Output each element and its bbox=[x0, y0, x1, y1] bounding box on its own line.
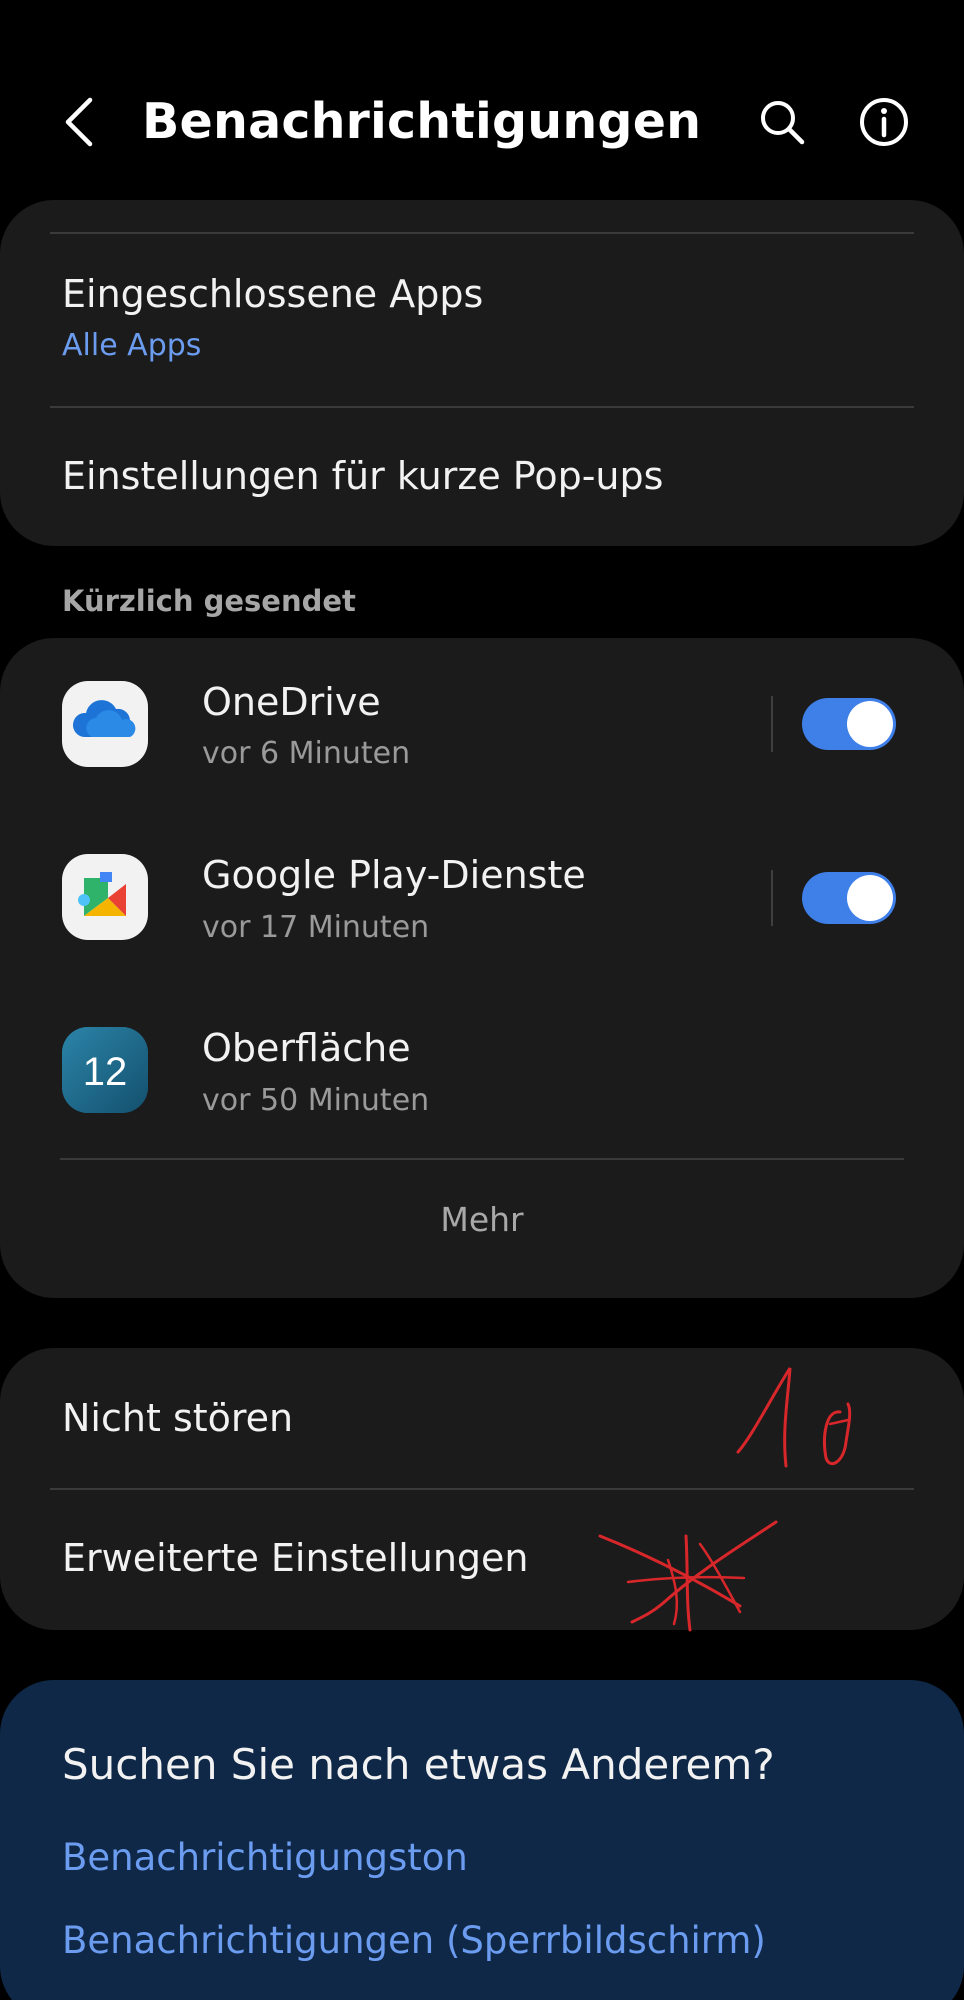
divider bbox=[60, 1158, 904, 1160]
app-name: Google Play-Dienste bbox=[202, 853, 586, 897]
app-time: vor 6 Minuten bbox=[202, 736, 411, 771]
section-label-recent: Kürzlich gesendet bbox=[62, 584, 356, 618]
included-apps-row[interactable]: Eingeschlossene Apps Alle Apps bbox=[0, 234, 964, 404]
popup-settings-title: Einstellungen für kurze Pop-ups bbox=[62, 454, 664, 498]
search-button[interactable] bbox=[752, 92, 812, 152]
do-not-disturb-title: Nicht stören bbox=[62, 1396, 294, 1440]
popup-settings-row[interactable]: Einstellungen für kurze Pop-ups bbox=[0, 408, 964, 546]
svg-text:12: 12 bbox=[83, 1050, 128, 1094]
app-name: OneDrive bbox=[202, 680, 381, 724]
app-bar: Benachrichtigungen bbox=[0, 0, 964, 200]
notification-settings-screen: Benachrichtigungen Eingeschlossene Apps … bbox=[0, 0, 964, 2000]
included-apps-value: Alle Apps bbox=[62, 328, 202, 363]
info-icon bbox=[860, 98, 908, 146]
toggle-knob bbox=[847, 701, 893, 747]
link-lockscreen-notifications[interactable]: Benachrichtigungen (Sperrbildschirm) bbox=[62, 1919, 766, 1962]
app-name: Oberfläche bbox=[202, 1026, 411, 1070]
advanced-settings-title: Erweiterte Einstellungen bbox=[62, 1536, 529, 1580]
google-play-services-toggle[interactable] bbox=[802, 872, 896, 924]
chevron-left-icon bbox=[65, 97, 93, 147]
separator bbox=[771, 696, 773, 752]
app-time: vor 17 Minuten bbox=[202, 910, 430, 945]
advanced-settings-row[interactable]: Erweiterte Einstellungen bbox=[0, 1490, 964, 1630]
google-play-services-icon bbox=[62, 854, 148, 940]
onedrive-icon bbox=[62, 681, 148, 767]
one-ui-12-icon: 12 bbox=[62, 1027, 148, 1113]
suggestions-title: Suchen Sie nach etwas Anderem? bbox=[62, 1740, 775, 1789]
do-not-disturb-row[interactable]: Nicht stören bbox=[0, 1348, 964, 1488]
dnd-advanced-card: Nicht stören Erweiterte Einstellungen bbox=[0, 1348, 964, 1630]
app-time: vor 50 Minuten bbox=[202, 1083, 430, 1118]
onedrive-toggle[interactable] bbox=[802, 698, 896, 750]
back-button[interactable] bbox=[50, 90, 110, 154]
more-button[interactable]: Mehr bbox=[0, 1200, 964, 1239]
page-title: Benachrichtigungen bbox=[142, 93, 702, 150]
included-apps-title: Eingeschlossene Apps bbox=[62, 272, 484, 316]
separator bbox=[771, 870, 773, 926]
info-button[interactable] bbox=[854, 92, 914, 152]
search-icon bbox=[761, 101, 805, 145]
notification-options-card: Eingeschlossene Apps Alle Apps Einstellu… bbox=[0, 200, 964, 546]
link-notification-sound[interactable]: Benachrichtigungston bbox=[62, 1836, 468, 1879]
toggle-knob bbox=[847, 875, 893, 921]
